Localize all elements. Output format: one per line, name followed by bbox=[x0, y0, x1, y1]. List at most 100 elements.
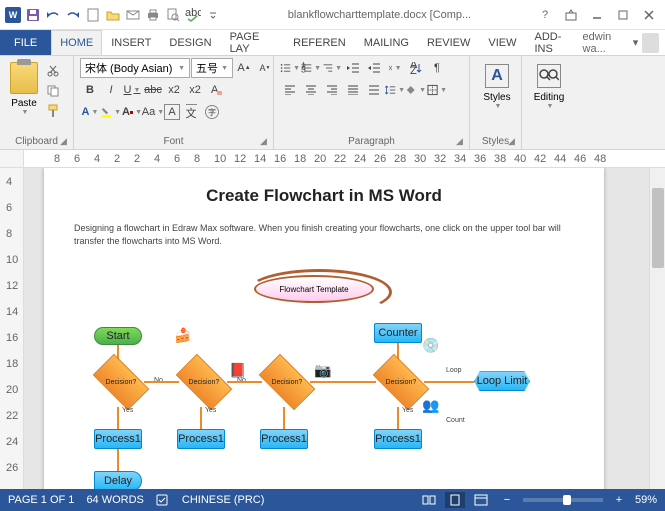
editing-group: Editing ▼ bbox=[522, 56, 578, 149]
print-icon[interactable] bbox=[144, 6, 162, 24]
clear-format-icon[interactable]: A bbox=[206, 80, 226, 100]
undo-icon[interactable] bbox=[44, 6, 62, 24]
editing-button[interactable]: Editing ▼ bbox=[528, 58, 570, 110]
text-effects-icon[interactable]: A▼ bbox=[80, 102, 100, 122]
ribbon-options-icon[interactable] bbox=[559, 5, 583, 25]
tab-mailings[interactable]: MAILING bbox=[355, 30, 418, 55]
bold-button[interactable]: B bbox=[80, 80, 100, 100]
scroll-thumb[interactable] bbox=[652, 188, 664, 268]
language-status[interactable]: CHINESE (PRC) bbox=[182, 494, 265, 506]
zoom-out-icon[interactable]: − bbox=[497, 492, 517, 508]
tab-references[interactable]: REFEREN bbox=[284, 30, 355, 55]
minimize-icon[interactable] bbox=[585, 5, 609, 25]
connector bbox=[424, 381, 474, 383]
spell-check-icon[interactable] bbox=[156, 494, 170, 506]
enclose-char-icon[interactable]: 字 bbox=[202, 102, 222, 122]
justify-icon[interactable] bbox=[343, 80, 363, 100]
close-icon[interactable] bbox=[637, 5, 661, 25]
superscript-button[interactable]: x2 bbox=[185, 80, 205, 100]
word-count[interactable]: 64 WORDS bbox=[86, 494, 143, 506]
ribbon-tabs: FILE HOME INSERT DESIGN PAGE LAY REFEREN… bbox=[0, 30, 665, 56]
clipboard-group: Paste ▼ Clipboard ◢ bbox=[0, 56, 74, 149]
web-layout-icon[interactable] bbox=[471, 492, 491, 508]
shrink-font-icon[interactable]: A▼ bbox=[255, 58, 275, 78]
paste-button[interactable]: Paste ▼ bbox=[6, 58, 42, 116]
font-color-icon[interactable]: A▼ bbox=[122, 102, 142, 122]
maximize-icon[interactable] bbox=[611, 5, 635, 25]
yes-label: Yes bbox=[402, 407, 413, 414]
file-tab[interactable]: FILE bbox=[0, 30, 51, 55]
dialog-launcher-icon[interactable]: ◢ bbox=[508, 136, 518, 146]
phonetic-guide-icon[interactable]: 文 bbox=[181, 102, 201, 122]
svg-text:3: 3 bbox=[301, 65, 306, 74]
highlight-icon[interactable]: ▼ bbox=[101, 102, 121, 122]
qat-dropdown-icon[interactable] bbox=[204, 6, 222, 24]
zoom-slider[interactable] bbox=[523, 498, 603, 502]
tab-design[interactable]: DESIGN bbox=[160, 30, 220, 55]
multilevel-icon[interactable]: ▼ bbox=[322, 58, 342, 78]
tab-home[interactable]: HOME bbox=[51, 30, 102, 55]
borders-icon[interactable]: ▼ bbox=[427, 80, 447, 100]
ruler-corner bbox=[0, 150, 24, 167]
cut-icon[interactable] bbox=[44, 62, 62, 80]
distributed-icon[interactable] bbox=[364, 80, 384, 100]
sort-icon[interactable]: AZ bbox=[406, 58, 426, 78]
document-area: 468101214161820222426 Create Flowchart i… bbox=[0, 168, 665, 489]
align-center-icon[interactable] bbox=[301, 80, 321, 100]
tab-review[interactable]: REVIEW bbox=[418, 30, 479, 55]
align-left-icon[interactable] bbox=[280, 80, 300, 100]
page-status[interactable]: PAGE 1 OF 1 bbox=[8, 494, 74, 506]
window-controls: ? bbox=[533, 5, 665, 25]
ruler-h-scale[interactable]: 8642246810121416182022242628303234363840… bbox=[24, 150, 665, 167]
chevron-down-icon: ▼ bbox=[22, 109, 29, 116]
dialog-launcher-icon[interactable]: ◢ bbox=[60, 136, 70, 146]
bullets-icon[interactable]: ▼ bbox=[280, 58, 300, 78]
font-size-combo[interactable]: 五号▼ bbox=[191, 58, 233, 78]
save-icon[interactable] bbox=[24, 6, 42, 24]
format-painter-icon[interactable] bbox=[44, 102, 62, 120]
tab-insert[interactable]: INSERT bbox=[102, 30, 160, 55]
strike-button[interactable]: abc bbox=[143, 80, 163, 100]
numbering-icon[interactable]: 123▼ bbox=[301, 58, 321, 78]
line-spacing-icon[interactable]: ▼ bbox=[385, 80, 405, 100]
char-border-icon[interactable]: A bbox=[164, 104, 180, 120]
process-shape: Process1 bbox=[260, 429, 308, 449]
increase-indent-icon[interactable] bbox=[364, 58, 384, 78]
redo-icon[interactable] bbox=[64, 6, 82, 24]
asian-layout-icon[interactable]: ☓▼ bbox=[385, 58, 405, 78]
print-layout-icon[interactable] bbox=[445, 492, 465, 508]
copy-icon[interactable] bbox=[44, 82, 62, 100]
zoom-in-icon[interactable]: + bbox=[609, 492, 629, 508]
document-canvas[interactable]: Create Flowchart in MS Word Designing a … bbox=[24, 168, 649, 489]
spelling-icon[interactable]: abc bbox=[184, 6, 202, 24]
user-area[interactable]: edwin wa... ▾ bbox=[583, 30, 665, 55]
subscript-button[interactable]: x2 bbox=[164, 80, 184, 100]
italic-button[interactable]: I bbox=[101, 80, 121, 100]
tab-page-layout[interactable]: PAGE LAY bbox=[221, 30, 285, 55]
preview-icon[interactable] bbox=[164, 6, 182, 24]
decrease-indent-icon[interactable] bbox=[343, 58, 363, 78]
ruler-vertical[interactable]: 468101214161820222426 bbox=[0, 168, 24, 489]
align-right-icon[interactable] bbox=[322, 80, 342, 100]
read-mode-icon[interactable] bbox=[419, 492, 439, 508]
email-icon[interactable] bbox=[124, 6, 142, 24]
open-icon[interactable] bbox=[104, 6, 122, 24]
shading-icon[interactable]: ▼ bbox=[406, 80, 426, 100]
connector bbox=[310, 381, 376, 383]
avatar[interactable] bbox=[642, 33, 659, 53]
help-icon[interactable]: ? bbox=[533, 5, 557, 25]
dialog-launcher-icon[interactable]: ◢ bbox=[456, 136, 466, 146]
tab-view[interactable]: VIEW bbox=[479, 30, 525, 55]
grow-font-icon[interactable]: A▲ bbox=[234, 58, 254, 78]
new-icon[interactable] bbox=[84, 6, 102, 24]
decision-shape: Decision? bbox=[373, 354, 430, 411]
zoom-level[interactable]: 59% bbox=[635, 494, 657, 506]
styles-button[interactable]: A Styles ▼ bbox=[476, 58, 518, 110]
font-name-combo[interactable]: 宋体 (Body Asian)▼ bbox=[80, 58, 190, 78]
scrollbar-vertical[interactable] bbox=[649, 168, 665, 489]
underline-button[interactable]: U▼ bbox=[122, 80, 142, 100]
tab-addins[interactable]: ADD-INS bbox=[525, 30, 582, 55]
dialog-launcher-icon[interactable]: ◢ bbox=[260, 136, 270, 146]
show-hide-icon[interactable]: ¶ bbox=[427, 58, 447, 78]
change-case-icon[interactable]: Aa▼ bbox=[143, 102, 163, 122]
